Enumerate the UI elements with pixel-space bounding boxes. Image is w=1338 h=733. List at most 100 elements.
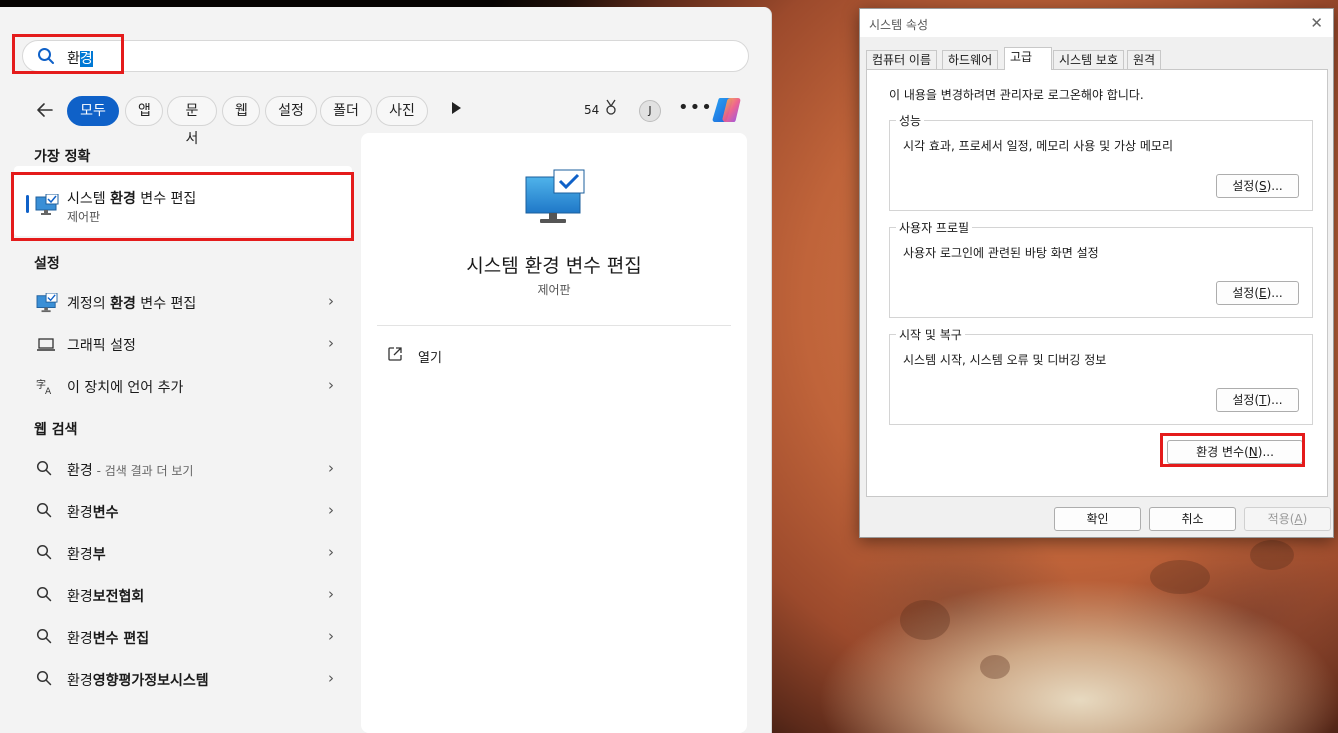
- web-result-label: 환경변수 편집: [67, 631, 150, 647]
- user-profiles-settings-button[interactable]: 설정(E)...: [1216, 281, 1299, 305]
- performance-settings-button[interactable]: 설정(S)...: [1216, 174, 1299, 198]
- tab-computer-name[interactable]: 컴퓨터 이름: [866, 50, 938, 70]
- medal-icon[interactable]: [604, 99, 618, 121]
- search-filters: 모두 앱 문서 웹 설정 폴더 사진 54 J •••: [30, 95, 750, 147]
- ok-button[interactable]: 확인: [1054, 507, 1141, 531]
- play-icon[interactable]: [450, 101, 462, 119]
- open-action[interactable]: 열기: [418, 347, 442, 366]
- best-match-subtitle: 제어판: [67, 210, 101, 224]
- filter-web[interactable]: 웹: [222, 96, 260, 126]
- filter-all[interactable]: 모두: [67, 96, 119, 126]
- best-match-title: 시스템 환경 변수 편집: [67, 191, 197, 207]
- chevron-right-icon: ›: [328, 585, 334, 603]
- divider: [377, 325, 731, 326]
- settings-heading: 설정: [34, 256, 60, 272]
- laptop-icon: [36, 335, 56, 357]
- monitor-check-icon: [35, 193, 59, 220]
- tab-hardware[interactable]: 하드웨어: [942, 50, 999, 70]
- web-result-label: 환경영향평가정보시스템: [67, 673, 209, 689]
- search-icon: [36, 460, 52, 480]
- group-legend: 사용자 프로필: [896, 219, 973, 236]
- settings-item-account-env[interactable]: 계정의 환경 변수 편집 ›: [30, 283, 348, 321]
- chevron-right-icon: ›: [328, 376, 334, 394]
- search-icon: [36, 670, 52, 690]
- best-match-item[interactable]: 시스템 환경 변수 편집 제어판: [14, 166, 352, 236]
- language-icon: 字A: [36, 377, 56, 399]
- group-legend: 시작 및 복구: [896, 326, 965, 343]
- filter-settings[interactable]: 설정: [265, 96, 317, 126]
- monitor-check-icon: [36, 292, 58, 317]
- web-result-label: 환경변수: [67, 505, 119, 521]
- tab-advanced[interactable]: 고급: [1004, 47, 1052, 70]
- chevron-right-icon: ›: [328, 627, 334, 645]
- system-properties-dialog: 시스템 속성 ✕ 컴퓨터 이름 하드웨어 고급 시스템 보호 원격 이 내용을 …: [859, 8, 1334, 538]
- environment-variables-button[interactable]: 환경 변수(N)...: [1167, 440, 1303, 464]
- tab-system-protection[interactable]: 시스템 보호: [1053, 50, 1125, 70]
- group-startup-recovery: 시작 및 복구 시스템 시작, 시스템 오류 및 디버깅 정보 설정(T)...: [889, 326, 1313, 425]
- search-query-selection: 경: [79, 51, 93, 67]
- window-title: 시스템 속성: [869, 18, 929, 32]
- web-result-item[interactable]: 환경변수 ›: [30, 492, 348, 530]
- group-user-profiles: 사용자 프로필 사용자 로그인에 관련된 바탕 화면 설정 설정(E)...: [889, 219, 1313, 318]
- web-result-item[interactable]: 환경변수 편집 ›: [30, 618, 348, 656]
- web-result-label: 환경 - 검색 결과 더 보기: [67, 463, 194, 479]
- copilot-icon[interactable]: [711, 95, 743, 129]
- monitor-check-icon: [524, 169, 586, 229]
- web-result-label: 환경부: [67, 547, 106, 563]
- filter-apps[interactable]: 앱: [125, 96, 163, 126]
- chevron-right-icon: ›: [328, 543, 334, 561]
- chevron-right-icon: ›: [328, 669, 334, 687]
- search-icon: [36, 502, 52, 522]
- group-legend: 성능: [896, 112, 925, 129]
- search-icon: [36, 586, 52, 606]
- close-icon[interactable]: ✕: [1310, 14, 1323, 32]
- admin-note: 이 내용을 변경하려면 관리자로 로그온해야 합니다.: [889, 88, 1144, 102]
- more-icon[interactable]: •••: [678, 97, 713, 118]
- search-icon: [37, 47, 55, 69]
- startup-recovery-settings-button[interactable]: 설정(T)...: [1216, 388, 1299, 412]
- web-result-item[interactable]: 환경부 ›: [30, 534, 348, 572]
- detail-title: 시스템 환경 변수 편집: [466, 255, 642, 277]
- back-arrow-icon[interactable]: [36, 101, 54, 124]
- titlebar[interactable]: 시스템 속성 ✕: [860, 9, 1333, 37]
- search-icon: [36, 544, 52, 564]
- svg-text:A: A: [45, 387, 52, 395]
- cancel-button[interactable]: 취소: [1149, 507, 1236, 531]
- start-search-panel: 환경 모두 앱 문서 웹 설정 폴더 사진 54 J ••• 가장 정확 시스템…: [0, 7, 772, 733]
- group-performance: 성능 시각 효과, 프로세서 일정, 메모리 사용 및 가상 메모리 설정(S)…: [889, 112, 1313, 211]
- web-result-item[interactable]: 환경보전협회 ›: [30, 576, 348, 614]
- web-search-heading: 웹 검색: [34, 422, 78, 438]
- group-description: 시스템 시작, 시스템 오류 및 디버깅 정보: [903, 353, 1107, 367]
- chevron-right-icon: ›: [328, 501, 334, 519]
- settings-item-add-language[interactable]: 字A 이 장치에 언어 추가 ›: [30, 367, 348, 405]
- detail-subtitle: 제어판: [537, 283, 571, 297]
- tab-remote[interactable]: 원격: [1127, 50, 1162, 70]
- group-description: 시각 효과, 프로세서 일정, 메모리 사용 및 가상 메모리: [903, 139, 1173, 153]
- chevron-right-icon: ›: [328, 292, 334, 310]
- selection-accent: [26, 195, 29, 213]
- apply-button[interactable]: 적용(A): [1244, 507, 1331, 531]
- chevron-right-icon: ›: [328, 334, 334, 352]
- filter-photos[interactable]: 사진: [376, 96, 428, 126]
- web-result-item[interactable]: 환경 - 검색 결과 더 보기 ›: [30, 450, 348, 488]
- web-result-item[interactable]: 환경영향평가정보시스템 ›: [30, 660, 348, 698]
- search-box[interactable]: 환경: [22, 40, 749, 72]
- open-external-icon[interactable]: [387, 346, 403, 366]
- avatar[interactable]: J: [639, 100, 661, 122]
- chevron-right-icon: ›: [328, 459, 334, 477]
- search-icon: [36, 628, 52, 648]
- settings-item-label: 계정의 환경 변수 편집: [67, 296, 197, 312]
- settings-item-graphics[interactable]: 그래픽 설정 ›: [30, 325, 348, 363]
- settings-item-label: 이 장치에 언어 추가: [67, 380, 184, 396]
- web-result-label: 환경보전협회: [67, 589, 145, 605]
- best-match-heading: 가장 정확: [34, 149, 91, 165]
- search-query[interactable]: 환경: [67, 48, 93, 68]
- filter-folders[interactable]: 폴더: [320, 96, 372, 126]
- group-description: 사용자 로그인에 관련된 바탕 화면 설정: [903, 246, 1099, 260]
- filter-documents[interactable]: 문서: [167, 96, 217, 147]
- tab-page-advanced: 이 내용을 변경하려면 관리자로 로그온해야 합니다. 성능 시각 효과, 프로…: [866, 69, 1328, 497]
- tab-strip: 컴퓨터 이름 하드웨어 고급 시스템 보호 원격: [866, 47, 1328, 70]
- detail-pane: 시스템 환경 변수 편집 제어판 열기: [361, 133, 747, 733]
- settings-item-label: 그래픽 설정: [67, 338, 136, 354]
- rewards-points[interactable]: 54: [584, 103, 599, 117]
